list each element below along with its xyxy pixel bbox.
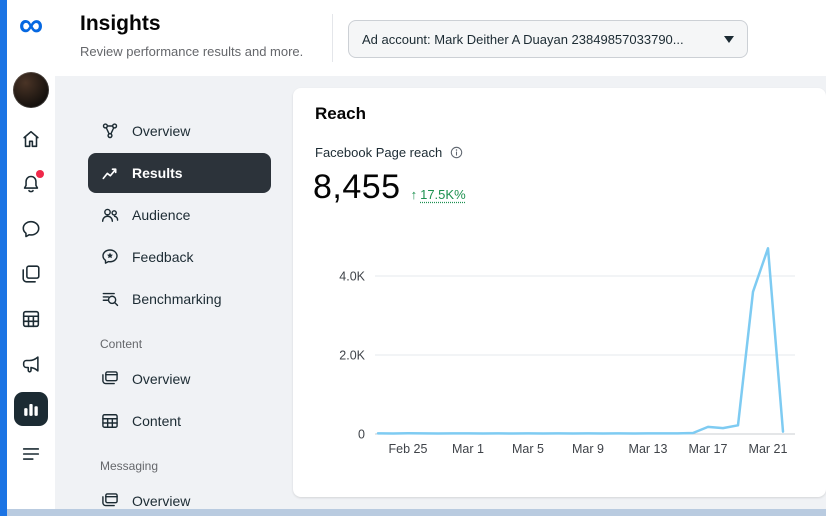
sidebar-section-messaging: Messaging: [100, 459, 159, 473]
metric-value-row: 8,455 ↑ 17.5K%: [313, 170, 466, 204]
table-grid-icon: [102, 414, 118, 428]
feedback-star-bubble-icon: [102, 249, 118, 264]
sidebar-item-overview[interactable]: Overview: [88, 110, 271, 152]
chevron-down-icon: [724, 35, 734, 43]
svg-text:Mar 1: Mar 1: [452, 442, 484, 456]
sidebar-item-label: Benchmarking: [132, 291, 222, 307]
stacked-content-icon: [22, 265, 40, 283]
svg-text:Mar 13: Mar 13: [629, 442, 668, 456]
chat-icon: [22, 220, 40, 238]
content-button[interactable]: [14, 257, 48, 291]
sidebar-item-label: Results: [132, 165, 183, 181]
sidebar-item-benchmarking[interactable]: Benchmarking: [88, 278, 271, 320]
sidebar-item-audience[interactable]: Audience: [88, 194, 271, 236]
page-title: Insights: [80, 12, 161, 35]
benchmarking-magnifier-icon: [102, 292, 119, 307]
notification-badge: [36, 170, 44, 178]
audience-people-icon: [101, 208, 119, 222]
reach-card: Reach Facebook Page reach 8,455 ↑ 17.5K%…: [293, 88, 826, 497]
sidebar-item-label: Overview: [132, 493, 191, 509]
planner-button[interactable]: [14, 302, 48, 336]
sidebar-item-content[interactable]: Content: [88, 400, 271, 442]
page-subtitle: Review performance results and more.: [80, 44, 304, 59]
insights-button[interactable]: [14, 392, 48, 426]
meta-business-suite-window: ∞ Insights Review performance results an…: [0, 0, 826, 516]
delta-percent: 17.5K%: [420, 187, 466, 202]
sidebar-item-results[interactable]: Results: [88, 153, 271, 193]
svg-text:Feb 25: Feb 25: [389, 442, 428, 456]
sidebar-item-feedback[interactable]: Feedback: [88, 236, 271, 278]
hamburger-icon: [22, 448, 40, 460]
sidebar-section-content: Content: [100, 337, 143, 351]
up-arrow-icon: ↑: [410, 187, 418, 202]
sidebar-item-label: Feedback: [132, 249, 194, 265]
ad-account-selector[interactable]: Ad account: Mark Deither A Duayan 238498…: [348, 20, 748, 58]
sidebar-item-label: Audience: [132, 207, 191, 223]
svg-text:Mar 21: Mar 21: [749, 442, 788, 456]
metric-delta[interactable]: ↑ 17.5K%: [411, 187, 466, 202]
home-icon: [23, 130, 39, 148]
sidebar-item-label: Content: [132, 413, 182, 429]
svg-text:Mar 5: Mar 5: [512, 442, 544, 456]
sidebar-item-label: Overview: [132, 123, 191, 139]
insights-sidebar: Overview Results Audience Feedback Bench…: [88, 110, 271, 516]
ad-account-label: Ad account: Mark Deither A Duayan 238498…: [362, 31, 684, 47]
bar-chart-icon: [24, 403, 38, 416]
info-icon[interactable]: [449, 145, 464, 160]
pages-copy-icon: [102, 371, 118, 385]
results-trend-icon: [102, 168, 117, 180]
notifications-button[interactable]: [14, 167, 48, 201]
home-button[interactable]: [14, 122, 48, 156]
svg-text:Mar 9: Mar 9: [572, 442, 604, 456]
all-tools-button[interactable]: [14, 437, 48, 471]
svg-text:Mar 17: Mar 17: [689, 442, 728, 456]
card-title: Reach: [315, 104, 367, 123]
app-rail: ∞: [7, 0, 55, 509]
svg-text:0: 0: [358, 428, 365, 442]
metric-label: Facebook Page reach: [315, 145, 443, 160]
top-header: Insights Review performance results and …: [55, 0, 826, 76]
planner-grid-icon: [22, 310, 40, 328]
chat-button[interactable]: [14, 212, 48, 246]
meta-logo[interactable]: ∞: [19, 6, 43, 44]
header-divider: [332, 14, 333, 62]
ads-button[interactable]: [14, 347, 48, 381]
profile-avatar[interactable]: [13, 72, 49, 108]
metric-label-row: Facebook Page reach: [315, 145, 464, 160]
svg-text:2.0K: 2.0K: [339, 349, 365, 363]
window-edge-left: [0, 0, 7, 516]
overview-nodes-icon: [102, 123, 118, 139]
pages-copy-icon: [102, 493, 118, 507]
sidebar-item-label: Overview: [132, 371, 191, 387]
megaphone-icon: [22, 356, 39, 373]
window-edge-bottom: [0, 509, 826, 516]
sidebar-item-content-overview[interactable]: Overview: [88, 358, 271, 400]
svg-text:4.0K: 4.0K: [339, 270, 365, 284]
reach-chart[interactable]: 0 2.0K 4.0K Feb 25 Mar 1 Mar 5 Mar 9 Mar 13 Mar …: [303, 234, 808, 464]
metric-value: 8,455: [313, 168, 401, 206]
